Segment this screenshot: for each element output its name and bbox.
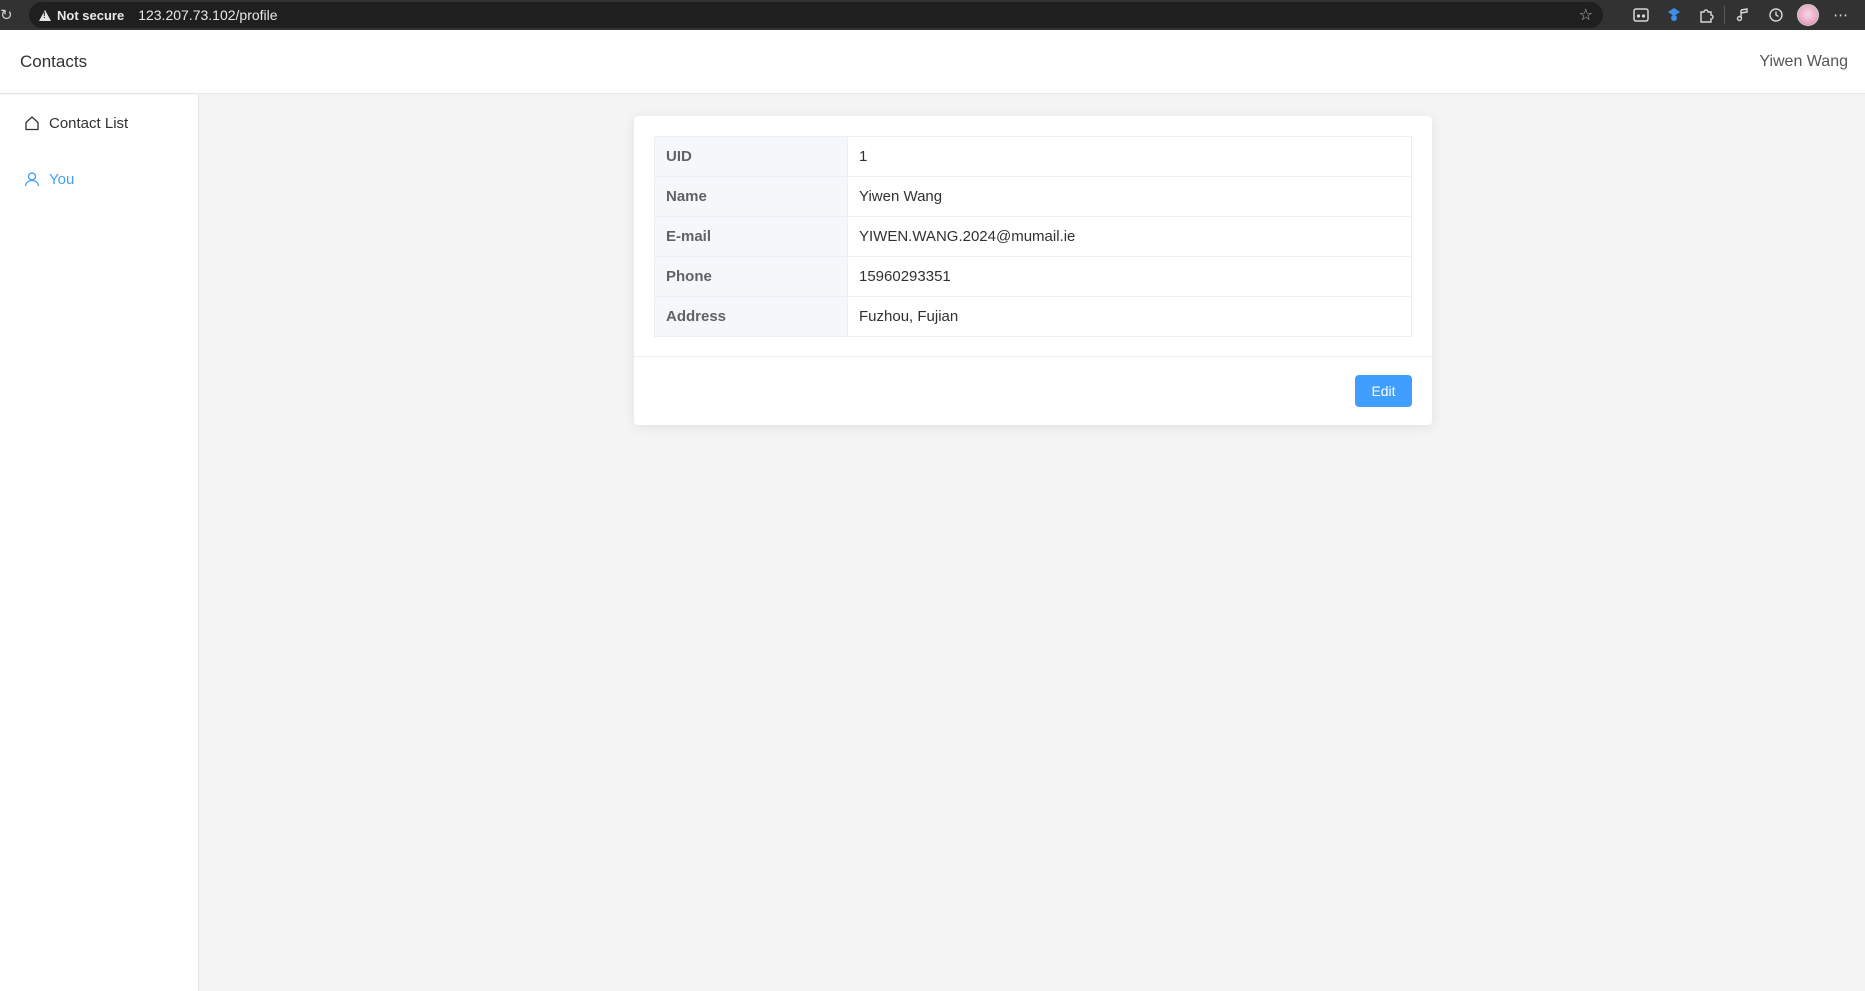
toolbar-separator <box>1724 6 1726 24</box>
sidebar-item-label: Contact List <box>49 114 129 132</box>
email-value: YIWEN.WANG.2024@mumail.ie <box>847 216 1412 257</box>
edit-button[interactable]: Edit <box>1355 375 1412 407</box>
history-icon[interactable] <box>1760 0 1792 30</box>
sidebar-item-label: You <box>49 170 75 188</box>
profile-avatar[interactable] <box>1792 0 1824 30</box>
table-row: Phone 15960293351 <box>654 256 1412 297</box>
url-text[interactable]: 123.207.73.102/profile <box>138 7 277 23</box>
warning-icon <box>39 9 51 21</box>
address-bar[interactable]: Not secure 123.207.73.102/profile ☆ <box>29 2 1603 28</box>
email-label: E-mail <box>654 216 848 257</box>
table-row: Address Fuzhou, Fujian <box>654 296 1412 337</box>
name-label: Name <box>654 176 848 217</box>
sidebar: Contact List You <box>0 95 199 991</box>
phone-label: Phone <box>654 256 848 297</box>
reading-mode-icon[interactable] <box>1625 0 1657 30</box>
name-value: Yiwen Wang <box>847 176 1412 217</box>
table-row: E-mail YIWEN.WANG.2024@mumail.ie <box>654 216 1412 257</box>
reload-icon[interactable]: ↻ <box>0 0 24 30</box>
app-title: Contacts <box>20 51 88 71</box>
browser-toolbar: ⋯ <box>1625 0 1865 30</box>
sidebar-item-you[interactable]: You <box>0 151 198 207</box>
table-row: UID 1 <box>654 136 1412 177</box>
extension-blue-icon[interactable] <box>1657 0 1689 30</box>
table-row: Name Yiwen Wang <box>654 176 1412 217</box>
browser-bar: ↻ Not secure 123.207.73.102/profile ☆ ⋯ <box>0 0 1865 30</box>
address-label: Address <box>654 296 848 337</box>
home-icon <box>24 115 40 131</box>
profile-table: UID 1 Name Yiwen Wang E-mail YIWEN.WANG.… <box>654 136 1412 337</box>
address-value: Fuzhou, Fujian <box>847 296 1412 337</box>
security-label[interactable]: Not secure <box>57 8 124 23</box>
avatar <box>1797 4 1820 26</box>
profile-card-footer: Edit <box>634 356 1432 425</box>
sidebar-item-contact-list[interactable]: Contact List <box>0 95 198 151</box>
user-icon <box>24 171 40 187</box>
media-icon[interactable] <box>1727 0 1759 30</box>
bookmark-star-icon[interactable]: ☆ <box>1579 5 1593 25</box>
app-header: Contacts Yiwen Wang <box>0 30 1865 94</box>
profile-card-body: UID 1 Name Yiwen Wang E-mail YIWEN.WANG.… <box>634 116 1432 357</box>
profile-card: UID 1 Name Yiwen Wang E-mail YIWEN.WANG.… <box>634 116 1432 425</box>
more-icon[interactable]: ⋯ <box>1825 0 1857 30</box>
user-menu[interactable]: Yiwen Wang <box>1759 53 1848 71</box>
uid-value: 1 <box>847 136 1412 177</box>
extensions-icon[interactable] <box>1690 0 1722 30</box>
phone-value: 15960293351 <box>847 256 1412 297</box>
uid-label: UID <box>654 136 848 177</box>
